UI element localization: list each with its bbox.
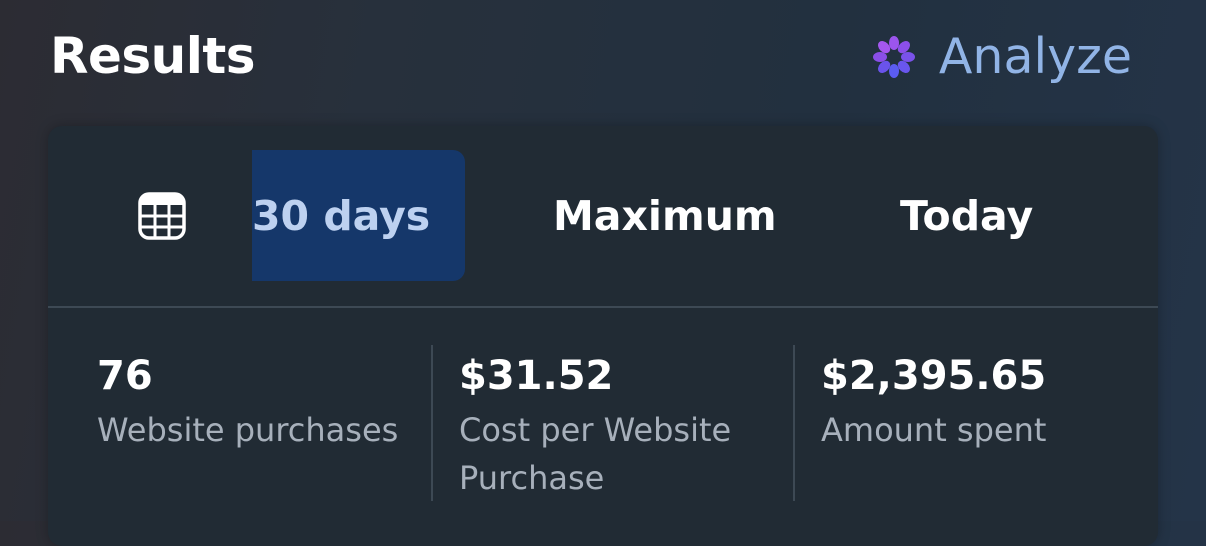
- calendar-icon: [138, 192, 186, 240]
- metric-label: Website purchases: [97, 411, 399, 449]
- metric-cost-per-purchase[interactable]: $31.52 Cost per Website Purchase: [459, 346, 769, 502]
- tab-30-days[interactable]: 30 days: [252, 150, 465, 281]
- sparkle-icon: [872, 36, 915, 78]
- metric-label: Amount spent: [821, 411, 1047, 449]
- metric-website-purchases[interactable]: 76 Website purchases: [97, 346, 398, 454]
- calendar-button[interactable]: [132, 186, 192, 246]
- metric-amount-spent[interactable]: $2,395.65 Amount spent: [821, 346, 1046, 454]
- tab-today[interactable]: Today: [900, 150, 1033, 281]
- page-title: Results: [50, 27, 256, 85]
- analyze-button[interactable]: Analyze: [869, 24, 1132, 90]
- tabs-divider: [48, 306, 1158, 308]
- metric-separator: [793, 345, 795, 501]
- metric-label: Cost per Website Purchase: [459, 411, 732, 497]
- metric-value: 76: [97, 353, 153, 399]
- tab-maximum[interactable]: Maximum: [553, 150, 777, 281]
- results-card: 30 days Maximum Today 76 Website purchas…: [48, 126, 1158, 546]
- metric-separator: [431, 345, 433, 501]
- analyze-label: Analyze: [938, 28, 1132, 85]
- metric-value: $31.52: [459, 353, 614, 399]
- metric-value: $2,395.65: [821, 353, 1047, 399]
